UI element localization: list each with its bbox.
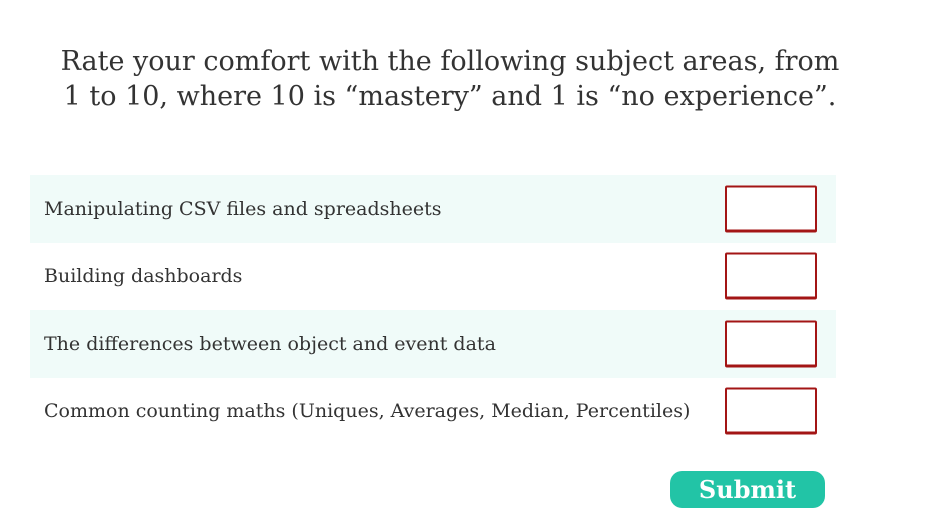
- question-line-2: 1 to 10, where 10 is “mastery” and 1 is …: [63, 81, 837, 112]
- rating-label-counting-maths: Common counting maths (Uniques, Averages…: [44, 400, 691, 423]
- rating-label-csv: Manipulating CSV files and spreadsheets: [44, 197, 442, 220]
- rating-list: Manipulating CSV files and spreadsheets …: [30, 175, 836, 445]
- rating-row-object-event: The differences between object and event…: [30, 310, 836, 378]
- question-line-1: Rate your comfort with the following sub…: [60, 46, 840, 77]
- rating-label-object-event: The differences between object and event…: [44, 332, 496, 355]
- rating-input-csv[interactable]: [725, 185, 817, 233]
- rating-row-dashboards: Building dashboards: [30, 243, 836, 311]
- rating-input-counting-maths[interactable]: [725, 387, 817, 435]
- submit-button[interactable]: Submit: [670, 471, 825, 508]
- question-prompt: Rate your comfort with the following sub…: [40, 44, 860, 114]
- rating-row-counting-maths: Common counting maths (Uniques, Averages…: [30, 378, 836, 446]
- rating-row-csv: Manipulating CSV files and spreadsheets: [30, 175, 836, 243]
- rating-input-dashboards[interactable]: [725, 252, 817, 300]
- rating-input-object-event[interactable]: [725, 320, 817, 368]
- rating-label-dashboards: Building dashboards: [44, 265, 243, 288]
